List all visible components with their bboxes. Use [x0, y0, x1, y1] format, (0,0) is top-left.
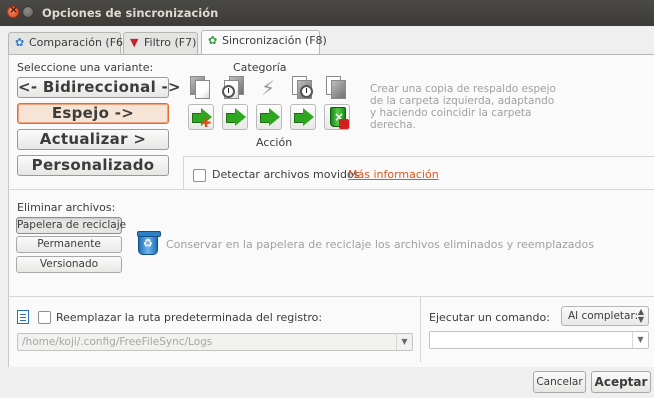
- log-path-value: /home/koji/.config/FreeFileSync/Logs: [22, 336, 213, 348]
- spin-arrows-icon: ▲ ▼: [637, 307, 644, 324]
- separator: [420, 296, 421, 362]
- arrow-right-icon: [294, 108, 314, 126]
- tab-synchronization-label: Sincronización (F8): [222, 34, 327, 47]
- command-trigger-select[interactable]: Al completar: ▲ ▼: [561, 306, 649, 326]
- log-path-field[interactable]: /home/koji/.config/FreeFileSync/Logs ▼: [17, 333, 413, 351]
- plus-icon: ✚: [201, 116, 212, 130]
- chevron-down-icon[interactable]: ▼: [632, 332, 648, 348]
- delete-files-description: Conservar en la papelera de reciclaje lo…: [166, 238, 594, 251]
- override-log-path-checkbox[interactable]: [38, 311, 51, 324]
- variant-custom-button[interactable]: Personalizado: [17, 155, 169, 176]
- tab-filter[interactable]: ▼ Filtro (F7): [123, 32, 198, 54]
- variant-label: Seleccione una variante:: [17, 61, 154, 74]
- separator: [8, 296, 654, 297]
- separator: [8, 189, 654, 190]
- chevron-down-icon[interactable]: ▼: [396, 334, 412, 350]
- detect-moved-checkbox[interactable]: [193, 169, 206, 182]
- minimize-window-button[interactable]: [22, 6, 34, 18]
- delete-recycle-bin-button[interactable]: Papelera de reciclaje: [16, 217, 126, 234]
- recycle-bin-icon: [137, 231, 161, 255]
- close-window-button[interactable]: [7, 3, 19, 18]
- separator: [183, 156, 654, 157]
- cancel-button[interactable]: Cancelar: [533, 371, 586, 393]
- category-header: Categoría: [233, 61, 287, 74]
- tab-filter-label: Filtro (F7): [144, 36, 197, 49]
- delete-files-label: Eliminar archivos:: [17, 201, 116, 214]
- file-left-only-icon: [188, 76, 212, 100]
- variant-mirror-button[interactable]: Espejo ->: [17, 103, 169, 124]
- arrow-right-icon: [260, 108, 280, 126]
- override-log-path-label: Reemplazar la ruta predeterminada del re…: [56, 311, 323, 324]
- more-info-link[interactable]: Más información: [348, 168, 439, 181]
- delete-versioning-button[interactable]: Versionado: [16, 256, 122, 273]
- tab-bar: ✿ Comparación (F6) ▼ Filtro (F7) ✿ Sincroni…: [0, 30, 654, 55]
- delete-badge-icon: [339, 119, 349, 129]
- file-different-icon: ⚡: [261, 76, 276, 100]
- title-bar: Opciones de sincronización: [0, 0, 654, 26]
- action-create-right-button[interactable]: ✚: [188, 104, 214, 130]
- file-left-newer-icon: [222, 76, 246, 100]
- variant-two-way-button[interactable]: <- Bidireccional ->: [17, 77, 181, 98]
- log-file-icon: [17, 310, 29, 324]
- variant-description: Crear una copia de respaldo espejo de la…: [370, 83, 556, 131]
- tab-comparison-label: Comparación (F6): [29, 36, 128, 49]
- tab-synchronization[interactable]: ✿ Sincronización (F8): [201, 30, 327, 55]
- detect-moved-label: Detectar archivos movidos: [212, 168, 360, 181]
- action-overwrite-right-button[interactable]: [222, 104, 248, 130]
- command-input[interactable]: ▼: [429, 331, 649, 349]
- file-right-newer-icon: [290, 76, 314, 100]
- action-header: Acción: [256, 136, 293, 149]
- action-copy-right-button[interactable]: [290, 104, 316, 130]
- action-delete-right-button[interactable]: [324, 104, 350, 130]
- variant-update-button[interactable]: Actualizar >: [17, 129, 169, 150]
- command-trigger-value: Al completar:: [568, 310, 639, 322]
- gear-icon: ✿: [15, 36, 25, 49]
- funnel-icon: ▼: [130, 36, 139, 49]
- accept-button[interactable]: Aceptar: [591, 371, 651, 393]
- file-right-only-icon: [324, 76, 348, 100]
- tab-comparison[interactable]: ✿ Comparación (F6): [8, 32, 127, 54]
- arrow-right-icon: [226, 108, 246, 126]
- separator: [183, 156, 184, 189]
- delete-permanent-button[interactable]: Permanente: [16, 236, 122, 253]
- gear-icon: ✿: [208, 34, 218, 47]
- window-title: Opciones de sincronización: [42, 6, 219, 20]
- action-update-right-button[interactable]: [256, 104, 282, 130]
- run-command-label: Ejecutar un comando:: [429, 311, 550, 324]
